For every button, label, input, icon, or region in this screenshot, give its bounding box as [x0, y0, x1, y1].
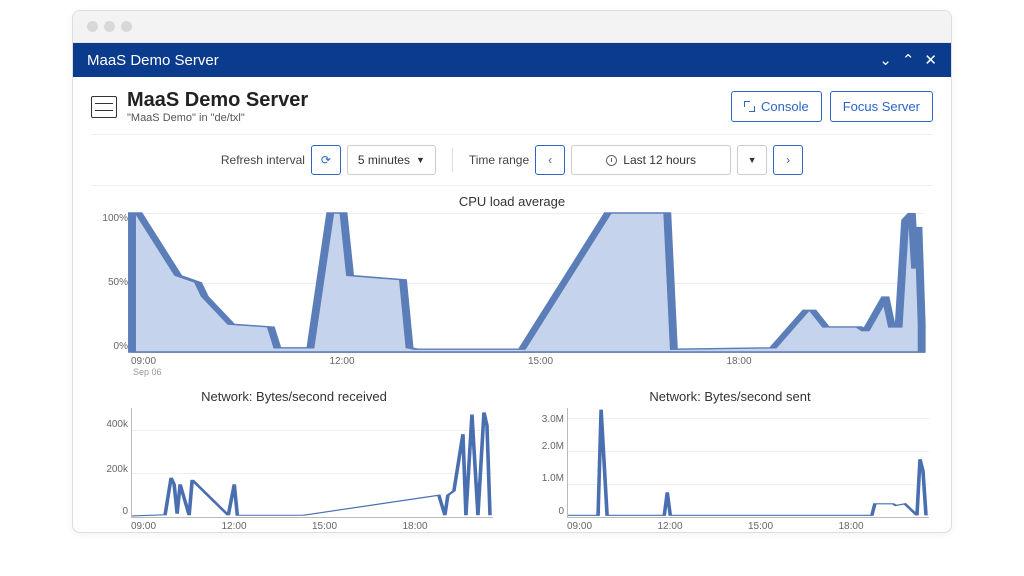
net-rx-x-axis: 09:00 12:00 15:00 18:00 — [131, 518, 493, 532]
mac-min-dot[interactable] — [104, 21, 115, 32]
net-tx-x-axis: 09:00 12:00 15:00 18:00 — [567, 518, 929, 532]
net-tx-chart-title: Network: Bytes/second sent — [527, 389, 933, 404]
time-range-next-button[interactable]: › — [773, 145, 803, 175]
window-title: MaaS Demo Server — [87, 52, 219, 69]
app-window: MaaS Demo Server ⌄ ⌃ ✕ MaaS Demo Server … — [72, 10, 952, 533]
caret-down-icon: ▼ — [416, 155, 425, 165]
chevron-left-icon: ‹ — [548, 153, 552, 167]
refresh-icon: ⟳ — [321, 153, 331, 167]
clock-icon — [606, 155, 617, 166]
refresh-interval-label: Refresh interval — [221, 153, 305, 167]
time-range-dropdown-button[interactable]: ▼ — [737, 145, 767, 175]
net-rx-chart-block: Network: Bytes/second received 400k 200k… — [91, 389, 497, 532]
toolbar: Refresh interval ⟳ 5 minutes ▼ Time rang… — [91, 134, 933, 186]
cpu-y-axis: 100% 50% 0% — [92, 213, 128, 352]
cpu-chart-block: CPU load average 100% 50% 0% 09:00 12:00… — [91, 194, 933, 377]
chevron-right-icon: › — [786, 153, 790, 167]
net-rx-y-axis: 400k 200k 0 — [92, 408, 128, 517]
refresh-now-button[interactable]: ⟳ — [311, 145, 341, 175]
server-icon — [91, 96, 117, 118]
mac-close-dot[interactable] — [87, 21, 98, 32]
close-icon[interactable]: ✕ — [924, 51, 937, 69]
cpu-x-axis: 09:00 12:00 15:00 18:00 — [131, 353, 925, 367]
net-tx-chart[interactable]: 3.0M 2.0M 1.0M 0 — [567, 408, 929, 518]
titlebar: MaaS Demo Server ⌄ ⌃ ✕ — [73, 43, 951, 77]
cpu-x-sub: Sep 06 — [131, 367, 925, 377]
time-range-label: Time range — [469, 153, 529, 167]
cpu-chart[interactable]: 100% 50% 0% — [131, 213, 925, 353]
page-title: MaaS Demo Server — [127, 89, 308, 112]
time-range-value: Last 12 hours — [623, 153, 696, 167]
focus-server-button[interactable]: Focus Server — [830, 91, 933, 122]
mac-traffic-lights — [73, 11, 951, 43]
refresh-interval-value: 5 minutes — [358, 153, 410, 167]
caret-down-icon: ▼ — [748, 155, 757, 165]
console-button[interactable]: Console — [731, 91, 822, 122]
console-button-label: Console — [761, 99, 809, 114]
refresh-interval-select[interactable]: 5 minutes ▼ — [347, 145, 436, 175]
time-range-prev-button[interactable]: ‹ — [535, 145, 565, 175]
mac-max-dot[interactable] — [121, 21, 132, 32]
chevron-down-icon[interactable]: ⌄ — [879, 51, 892, 69]
page-subtitle: "MaaS Demo" in "de/txl" — [127, 112, 308, 124]
expand-icon — [744, 101, 755, 112]
net-rx-chart[interactable]: 400k 200k 0 — [131, 408, 493, 518]
net-rx-chart-title: Network: Bytes/second received — [91, 389, 497, 404]
time-range-select[interactable]: Last 12 hours — [571, 145, 731, 175]
cpu-chart-title: CPU load average — [91, 194, 933, 209]
chevron-up-icon[interactable]: ⌃ — [902, 51, 915, 69]
net-tx-y-axis: 3.0M 2.0M 1.0M 0 — [528, 408, 564, 517]
focus-server-button-label: Focus Server — [843, 99, 920, 114]
net-tx-chart-block: Network: Bytes/second sent 3.0M 2.0M 1.0… — [527, 389, 933, 532]
divider — [452, 148, 453, 172]
